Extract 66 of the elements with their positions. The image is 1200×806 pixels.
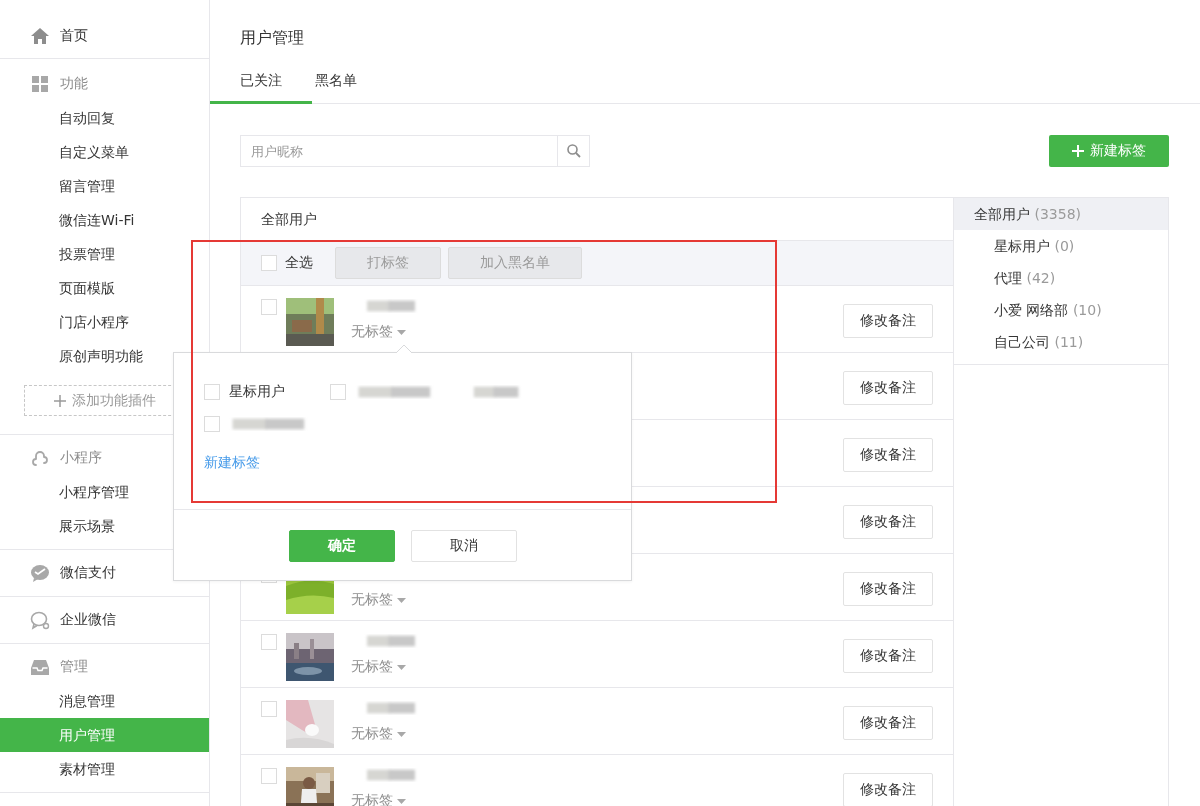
chat-outline-icon xyxy=(30,610,50,630)
caret-icon xyxy=(397,597,406,603)
nav-item[interactable]: 消息管理 xyxy=(0,684,209,718)
nav-item[interactable]: 素材管理 xyxy=(0,752,209,786)
home-icon xyxy=(30,26,50,46)
caret-icon xyxy=(397,731,406,737)
tab[interactable]: 黑名单 xyxy=(312,60,387,104)
caret-icon xyxy=(397,798,406,804)
tag-label[interactable]: 无标签 xyxy=(351,725,393,743)
checkbox[interactable] xyxy=(261,255,277,271)
grid-icon xyxy=(30,74,50,94)
plus-icon xyxy=(1072,145,1084,157)
checkbox[interactable] xyxy=(261,634,277,650)
tag-label[interactable]: 无标签 xyxy=(351,323,393,341)
edit-remark-button[interactable]: 修改备注 xyxy=(843,639,933,673)
nav-link[interactable]: 首页 xyxy=(60,27,88,45)
nav-item[interactable]: 自动回复 xyxy=(0,101,209,135)
tag-label[interactable]: 无标签 xyxy=(351,792,393,806)
tag-filter[interactable]: 代理 (42) xyxy=(954,262,1168,294)
checkbox[interactable] xyxy=(261,299,277,315)
chat-bubble-icon xyxy=(30,563,50,583)
tag-label[interactable]: 无标签 xyxy=(351,658,393,676)
edit-remark-button[interactable]: 修改备注 xyxy=(843,438,933,472)
section-heading: 功能 xyxy=(60,75,88,93)
nav-item[interactable]: 微信连Wi-Fi xyxy=(0,203,209,237)
search-icon xyxy=(566,144,581,158)
section-heading: 小程序 xyxy=(60,449,102,467)
edit-remark-button[interactable]: 修改备注 xyxy=(843,505,933,539)
tag-filter[interactable]: 自己公司 (11) xyxy=(954,326,1168,358)
edit-remark-button[interactable]: 修改备注 xyxy=(843,371,933,405)
nav-item[interactable]: 自定义菜单 xyxy=(0,135,209,169)
caret-icon xyxy=(397,329,406,335)
edit-remark-button[interactable]: 修改备注 xyxy=(843,572,933,606)
tag-dropdown[interactable]: 无标签 xyxy=(351,791,843,806)
page-title: 用户管理 xyxy=(239,27,305,49)
tag-dropdown[interactable]: 无标签 xyxy=(351,590,843,610)
edit-remark-button[interactable]: 修改备注 xyxy=(843,706,933,740)
nav-item[interactable]: 页面模版 xyxy=(0,271,209,305)
tag-filter[interactable]: 星标用户 (0) xyxy=(954,230,1168,262)
plus-icon xyxy=(54,394,66,407)
checkbox[interactable] xyxy=(204,384,220,400)
nav-item[interactable]: 留言管理 xyxy=(0,169,209,203)
edit-remark-button[interactable]: 修改备注 xyxy=(843,773,933,806)
nav-link[interactable]: 企业微信 xyxy=(60,611,116,629)
nav-item[interactable]: 投票管理 xyxy=(0,237,209,271)
section-heading: 管理 xyxy=(60,658,88,676)
cancel-button[interactable]: 取消 xyxy=(410,530,517,562)
search-field[interactable]: 用户昵称 xyxy=(240,135,590,167)
checkbox[interactable] xyxy=(261,768,277,784)
tag-filter[interactable]: 小爱 网络部 (10) xyxy=(954,294,1168,326)
tag-dropdown[interactable]: 无标签 xyxy=(351,657,843,677)
caret-icon xyxy=(397,664,406,670)
tag-dropdown[interactable]: 无标签 xyxy=(351,322,843,342)
edit-remark-button[interactable]: 修改备注 xyxy=(843,304,933,338)
checkbox-label[interactable]: 全选 xyxy=(285,254,313,272)
tag-filter[interactable]: 全部用户 (3358) xyxy=(954,198,1168,230)
tag-dropdown[interactable]: 无标签 xyxy=(351,724,843,744)
nav-item[interactable]: 门店小程序 xyxy=(0,305,209,339)
inbox-icon xyxy=(30,657,50,677)
checkbox[interactable] xyxy=(261,701,277,717)
checkbox-label[interactable]: 星标用户 xyxy=(229,383,285,401)
checkbox[interactable] xyxy=(204,416,220,432)
tag-label[interactable]: 无标签 xyxy=(351,591,393,609)
checkbox[interactable] xyxy=(330,384,346,400)
nav-link[interactable]: 微信支付 xyxy=(60,564,116,582)
tab[interactable]: 已关注 xyxy=(210,60,312,104)
